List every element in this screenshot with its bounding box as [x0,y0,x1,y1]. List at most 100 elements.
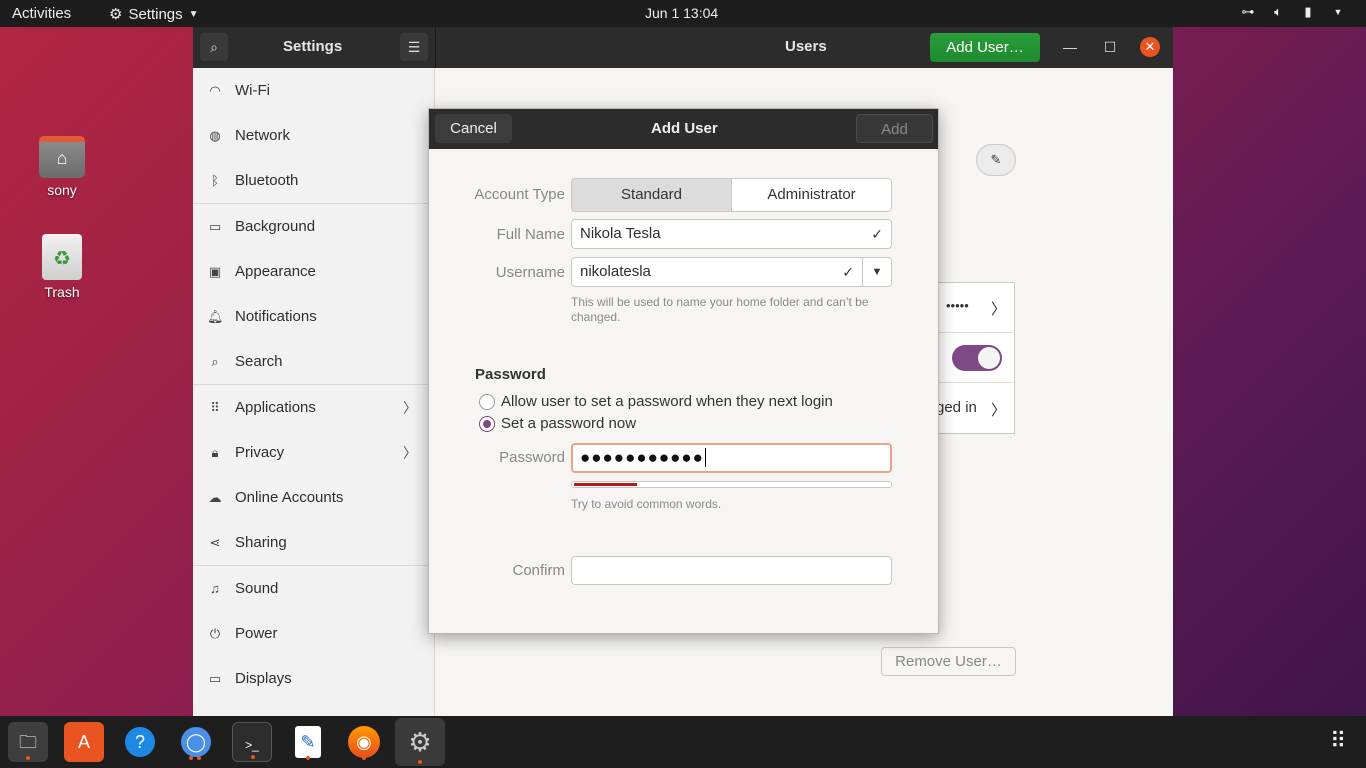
sidebar-item-label: Search [235,353,283,370]
help-icon: ? [125,727,155,757]
minimize-button[interactable]: — [1060,37,1080,57]
hamburger-menu-button[interactable]: ☰ [400,33,428,61]
cancel-button[interactable]: Cancel [435,114,512,143]
cloud-icon: ☁ [208,489,222,505]
sidebar-item-wifi[interactable]: ◠ Wi-Fi [193,68,435,113]
confirm-password-field[interactable] [571,556,892,585]
sidebar-item-displays[interactable]: ▭ Displays [193,656,435,701]
radio-set-password-later[interactable]: Allow user to set a password when they n… [479,393,833,410]
search-button[interactable]: ⌕ [200,33,228,61]
search-icon: ⌕ [210,39,218,55]
check-icon: ✓ [871,226,883,242]
dock-firefox[interactable]: ◉ [344,722,384,762]
auto-login-row [936,333,1016,383]
apps-icon: ⠿ [210,399,220,415]
account-type-label: Account Type [474,186,565,203]
chromium-icon: ◯ [181,727,211,757]
display-icon: ▭ [208,670,222,686]
password-field[interactable]: ●●●●●●●●●●● [571,443,892,473]
sidebar-item-label: Notifications [235,308,317,325]
sidebar-title: Settings [283,38,343,55]
sidebar-item-network[interactable]: ◍ Network [193,113,435,158]
chevron-down-icon: ▼ [188,8,199,20]
last-login-row[interactable]: ged in 〉 [936,383,1016,433]
sidebar-item-label: Bluetooth [235,172,299,189]
dock-chromium[interactable]: ◯ [176,722,216,762]
username-field[interactable]: nikolatesla ✓ [571,257,863,287]
chevron-right-icon: 〉 [403,444,417,461]
sidebar-item-privacy[interactable]: 🔒︎ Privacy 〉 [193,430,435,475]
dock-files[interactable]: 🗀 [8,722,48,762]
show-applications-button[interactable]: ⠿ [1326,729,1350,753]
close-button[interactable]: ✕ [1140,37,1160,57]
radio-now-label: Set a password now [501,415,637,432]
auto-login-toggle[interactable] [952,345,1002,371]
username-hint: This will be used to name your home fold… [571,295,869,324]
chevron-right-icon: 〉 [991,402,1007,419]
password-label: Password [499,449,565,466]
account-type-standard[interactable]: Standard [572,179,732,211]
software-store-icon: A [77,732,90,752]
add-button[interactable]: Add [856,114,933,143]
dock: 🗀 A ? ◯ >_ ✎ ◉ ⚙ ⠿ [0,716,1366,768]
bell-icon: 🔔︎ [207,308,224,324]
pencil-icon: ✎ [990,152,1002,167]
sidebar-item-label: Sound [235,580,279,597]
desktop-trash-label: Trash [44,284,80,300]
account-type-administrator[interactable]: Administrator [732,179,891,211]
add-user-button[interactable]: Add User… [930,33,1040,62]
system-tray[interactable]: ⊶ 🔈︎ ▮ ▼ [1240,4,1346,20]
desktop-trash[interactable]: ♻ Trash [27,234,97,300]
sidebar-item-search[interactable]: ⌕ Search [193,339,435,384]
sidebar-item-power[interactable]: ⏻ Power [193,611,435,656]
full-name-label: Full Name [496,226,565,243]
desktop-home-folder[interactable]: ⌂ sony [27,136,97,198]
username-value: nikolatesla [580,263,651,280]
chevron-down-icon: ▼ [871,266,883,278]
remove-user-button[interactable]: Remove User… [881,647,1016,676]
clock[interactable]: Jun 1 13:04 [645,5,718,21]
desktop-home-label: sony [47,182,77,198]
dock-help[interactable]: ? [120,722,160,762]
username-dropdown-button[interactable]: ▼ [862,257,892,287]
lock-icon: 🔒︎ [211,444,219,460]
sidebar-item-notifications[interactable]: 🔔︎ Notifications [193,294,435,339]
sidebar-item-background[interactable]: ▭ Background [193,204,435,249]
dock-terminal[interactable]: >_ [232,722,272,762]
sidebar-item-online-accounts[interactable]: ☁ Online Accounts [193,475,435,520]
edit-avatar-button[interactable]: ✎ [976,144,1016,176]
app-menu-label: Settings [128,5,183,23]
dock-software[interactable]: A [64,722,104,762]
sidebar-item-sharing[interactable]: ⋖ Sharing [193,520,435,565]
grid-icon: ⠿ [1329,728,1347,753]
sidebar-item-label: Privacy [235,444,285,461]
radio-set-password-now[interactable]: Set a password now [479,415,636,432]
dialog-title: Add User [651,120,718,137]
activities-button[interactable]: Activities [12,5,71,22]
sidebar-item-label: Network [235,127,291,144]
window-header: ⌕ Settings ☰ Users Add User… — ☐ ✕ [193,27,1173,68]
app-menu[interactable]: ⚙ Settings ▼ [109,5,199,24]
password-value: ●●●●●●●●●●● [580,448,704,467]
sidebar-item-sound[interactable]: ♫ Sound [193,566,435,611]
radio-button-selected [479,415,495,432]
sidebar-item-label: Wi-Fi [235,82,270,99]
panel-title: Users [785,38,827,55]
account-type-switch: Standard Administrator [571,178,892,212]
settings-gear-icon: ⚙ [408,727,432,757]
full-name-field[interactable]: Nikola Tesla ✓ [571,219,892,249]
maximize-button[interactable]: ☐ [1100,37,1120,57]
sidebar-item-label: Displays [235,670,292,687]
username-label: Username [495,264,565,281]
radio-later-label: Allow user to set a password when they n… [501,393,833,410]
sidebar-item-bluetooth[interactable]: ᛒ Bluetooth [193,158,435,203]
trash-icon: ♻ [42,234,82,280]
sidebar-item-applications[interactable]: ⠿ Applications 〉 [193,385,435,430]
dock-settings[interactable]: ⚙ [395,718,445,766]
sidebar-item-appearance[interactable]: ▣ Appearance [193,249,435,294]
password-row[interactable]: ••••• 〉 [936,283,1016,333]
sidebar-item-label: Appearance [235,263,316,280]
password-strength-fill [574,483,638,486]
dock-text-editor[interactable]: ✎ [288,722,328,762]
power-icon: ⏻ [209,625,221,641]
